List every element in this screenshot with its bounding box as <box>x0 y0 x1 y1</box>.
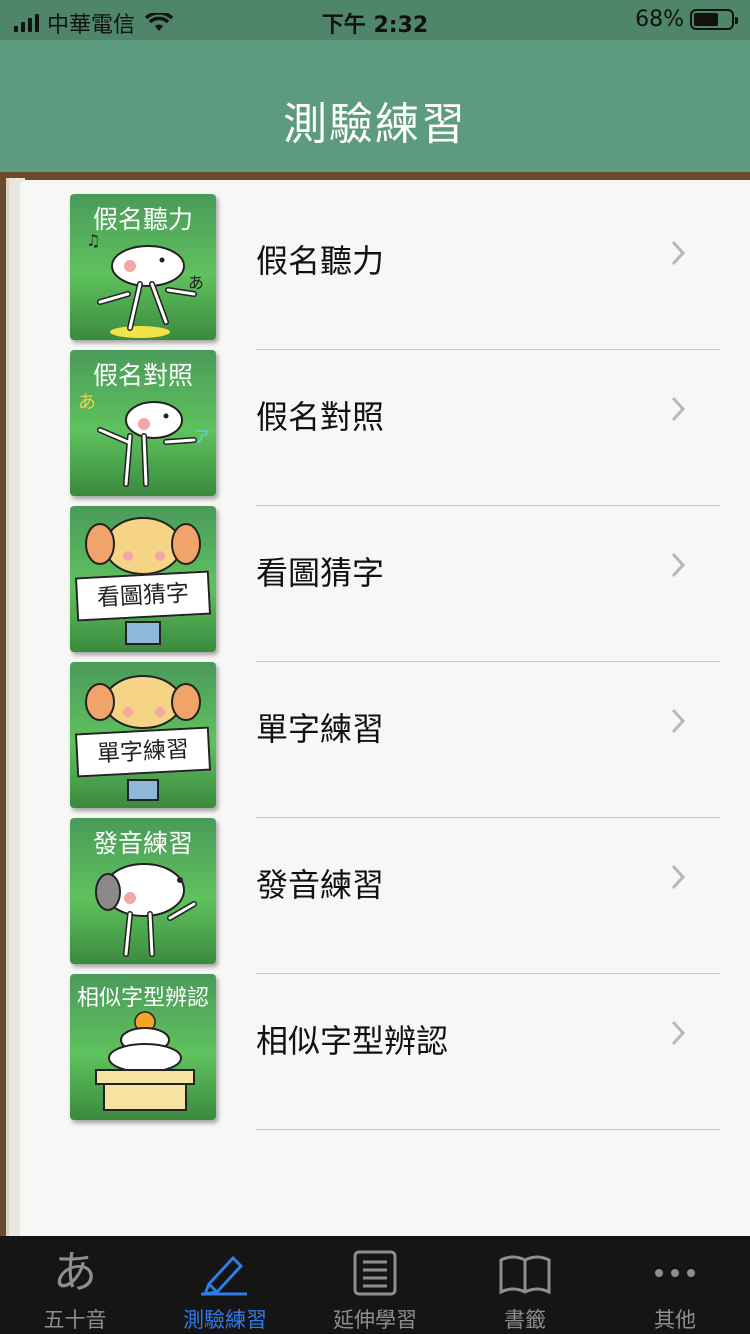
pencil-icon <box>201 1255 247 1296</box>
tab-label: 其他 <box>654 1308 696 1332</box>
list-item-kana-listening[interactable]: あ ♫ 假名聽力 假名聽力 <box>20 180 750 350</box>
svg-text:あ: あ <box>78 392 96 413</box>
tab-bookmarks[interactable]: 書籤 <box>450 1236 600 1334</box>
thumb-sign: 看圖猜字 <box>74 570 212 622</box>
tab-label: 測驗練習 <box>183 1308 267 1332</box>
book-frame: あ ♫ 假名聽力 假名聽力 あ ア 假名對照 假名對照 看圖猜字 看圖猜字 單字… <box>0 172 750 1236</box>
thumb-caption: 相似字型辨認 <box>76 986 209 1011</box>
tab-more[interactable]: 其他 <box>600 1236 750 1334</box>
pronunciation-practice-thumbnail: 發音練習 <box>70 818 216 964</box>
svg-text:ア: ア <box>194 427 210 446</box>
chevron-right-icon <box>671 864 686 890</box>
tab-kana[interactable]: あ 五十音 <box>0 1236 150 1334</box>
chevron-right-icon <box>671 708 686 734</box>
list-item-picture-guess[interactable]: 看圖猜字 看圖猜字 <box>20 492 750 662</box>
chevron-right-icon <box>671 396 686 422</box>
chevron-right-icon <box>671 1020 686 1046</box>
row-divider <box>256 1129 720 1130</box>
list-item-similar-characters[interactable]: 相似字型辨認 相似字型辨認 <box>20 960 750 1130</box>
navigation-bar: 測驗練習 <box>0 40 750 172</box>
kana-matching-thumbnail: あ ア 假名對照 <box>70 350 216 496</box>
list-item-label: 假名對照 <box>256 398 385 436</box>
tab-extended-learning[interactable]: 延伸學習 <box>300 1236 450 1334</box>
status-bar: 中華電信 下午 2:32 68% <box>0 0 750 40</box>
tab-label: 延伸學習 <box>333 1308 417 1332</box>
tab-bar: あ 五十音 測驗練習 延伸學習 書籤 其他 <box>0 1236 750 1334</box>
battery-icon <box>690 9 738 30</box>
list-item-label: 相似字型辨認 <box>256 1022 449 1060</box>
tab-label: 書籤 <box>504 1308 546 1332</box>
tab-label: 五十音 <box>43 1308 107 1332</box>
battery-percent: 68% <box>635 7 684 32</box>
list-item-label: 單字練習 <box>256 710 385 748</box>
document-list-icon <box>353 1250 397 1296</box>
kana-listening-thumbnail: あ ♫ 假名聽力 <box>70 194 216 340</box>
page-title: 測驗練習 <box>283 99 467 150</box>
menu-list: あ ♫ 假名聽力 假名聽力 あ ア 假名對照 假名對照 看圖猜字 看圖猜字 單字… <box>20 180 750 1236</box>
list-item-kana-matching[interactable]: あ ア 假名對照 假名對照 <box>20 336 750 506</box>
list-item-pronunciation-practice[interactable]: 發音練習 發音練習 <box>20 804 750 974</box>
thumb-sign: 單字練習 <box>74 726 212 778</box>
similar-characters-thumbnail: 相似字型辨認 <box>70 974 216 1120</box>
book-icon <box>499 1255 551 1295</box>
thumb-caption: 假名聽力 <box>92 205 193 234</box>
list-item-label: 看圖猜字 <box>256 554 385 592</box>
thumb-caption: 假名對照 <box>92 361 193 390</box>
list-item-label: 假名聽力 <box>256 242 385 280</box>
list-item-label: 發音練習 <box>256 866 385 904</box>
tab-quiz-practice[interactable]: 測驗練習 <box>150 1236 300 1334</box>
svg-text:あ: あ <box>188 273 204 292</box>
thumb-caption: 發音練習 <box>92 829 193 858</box>
chevron-right-icon <box>671 552 686 578</box>
hiragana-a-icon: あ <box>53 1247 97 1298</box>
chevron-right-icon <box>671 240 686 266</box>
more-icon <box>655 1269 695 1277</box>
picture-guess-thumbnail: 看圖猜字 <box>70 506 216 652</box>
vocabulary-practice-thumbnail: 單字練習 <box>70 662 216 808</box>
list-item-vocabulary-practice[interactable]: 單字練習 單字練習 <box>20 648 750 818</box>
